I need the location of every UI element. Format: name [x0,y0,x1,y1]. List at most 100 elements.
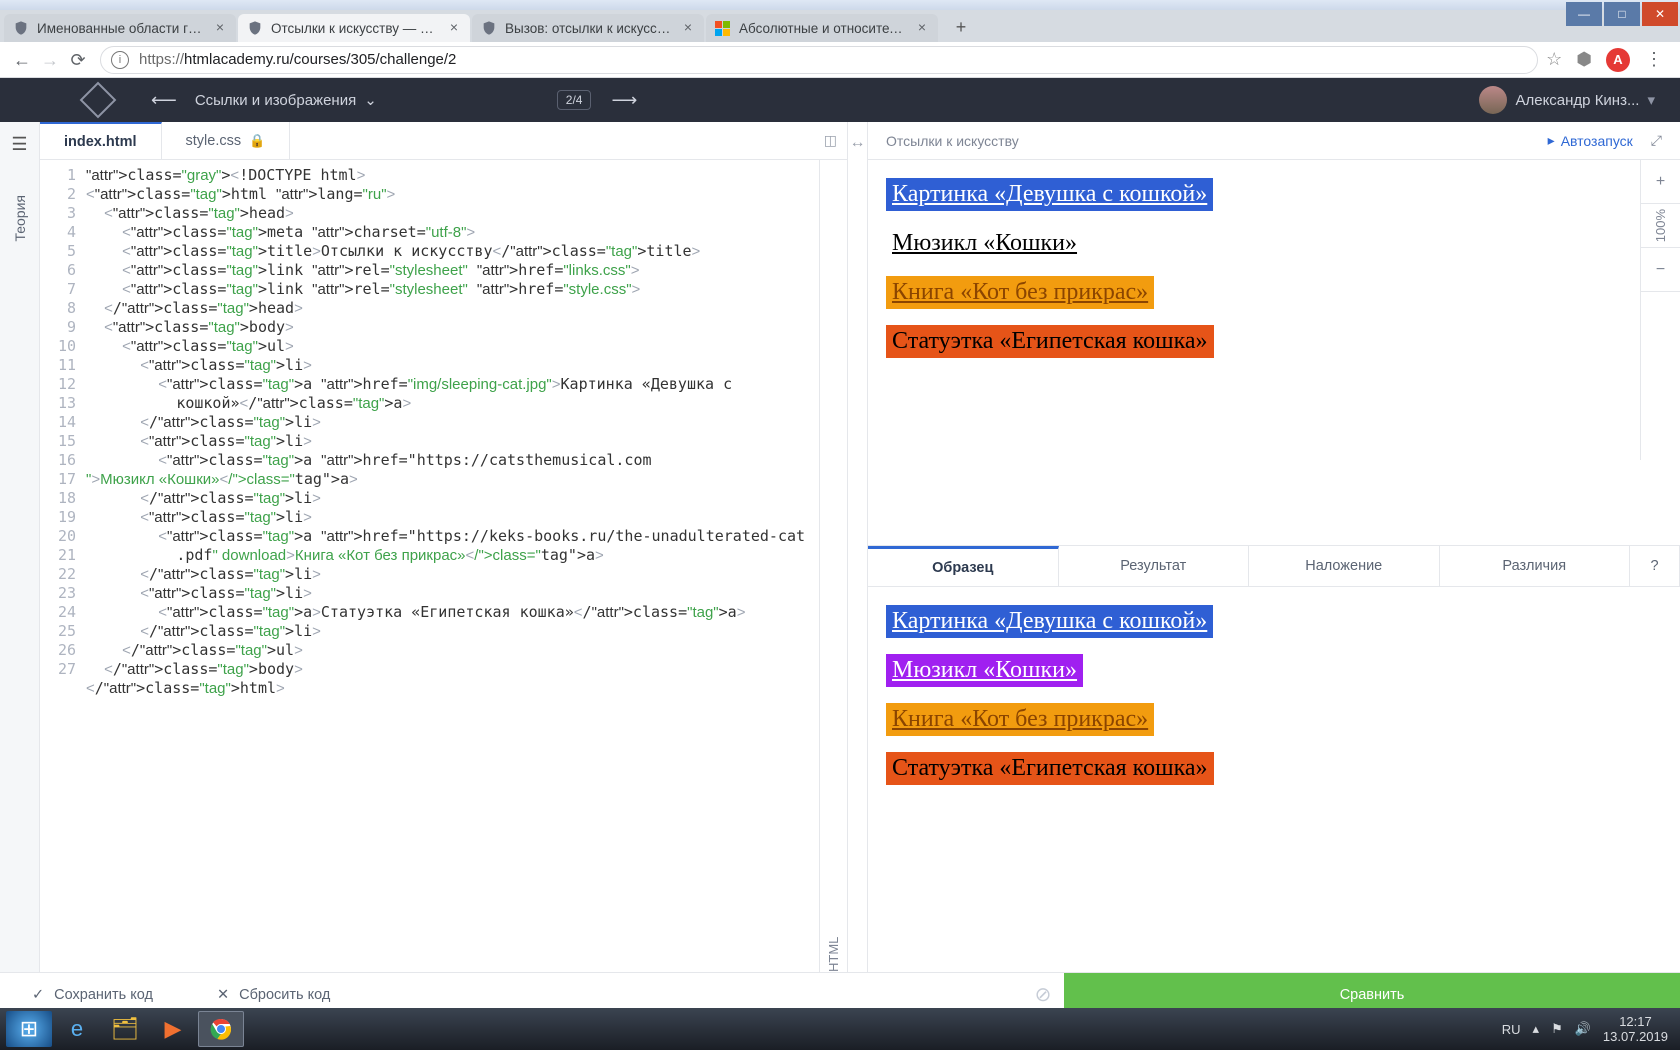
split-icon[interactable]: ◫ [824,132,837,149]
tab-result[interactable]: Результат [1059,546,1250,586]
pane-resize-handle[interactable]: ↔ [848,122,868,972]
lock-icon: 🔒 [249,133,265,149]
preview-link[interactable]: Мюзикл «Кошки» [886,654,1083,687]
profile-avatar[interactable]: А [1606,48,1630,72]
next-arrow-icon[interactable]: ⟶ [611,90,635,111]
check-icon: ✓ [32,987,44,1003]
shield-icon [480,20,497,37]
tray-sound-icon[interactable]: 🔊 [1575,1021,1591,1037]
preview-pane: Отсылки к искусству ▸Автозапуск ⤢ Картин… [868,122,1680,972]
url-path: htmlacademy.ru/courses/305/challenge/2 [184,51,456,68]
html-rail: HTML [819,160,847,972]
zoom-out[interactable]: − [1641,248,1680,292]
tab-diff[interactable]: Различия [1440,546,1631,586]
task-chrome[interactable] [198,1011,244,1047]
preview-tabs: Образец Результат Наложение Различия ? [868,545,1680,587]
close-icon[interactable]: × [680,20,696,36]
zoom-rail: + 100% − [1640,160,1680,460]
course-title[interactable]: Ссылки и изображения ⌄ [195,91,377,109]
reset-button[interactable]: ✕Сбросить код [185,987,362,1003]
tray-up-icon[interactable]: ▴ [1533,1021,1540,1037]
zoom-100[interactable]: 100% [1641,204,1680,248]
tray-lang[interactable]: RU [1502,1022,1521,1037]
menu-icon[interactable]: ⋮ [1644,50,1664,70]
task-media[interactable]: ▶ [150,1011,196,1047]
logo-icon[interactable] [80,82,117,119]
file-tab-index[interactable]: index.html [40,122,162,159]
preview-link[interactable]: Книга «Кот без прикрас» [886,276,1154,309]
chevron-down-icon: ▾ [1647,91,1655,109]
window-close[interactable]: ✕ [1642,2,1678,26]
preview-link[interactable]: Статуэтка «Египетская кошка» [886,752,1214,785]
browser-tab-2[interactable]: Вызов: отсылки к искусству - Ку × [472,14,704,42]
tab-title: Вызов: отсылки к искусству - Ку [505,21,676,36]
close-icon[interactable]: × [446,20,462,36]
theory-rail: ☰ Теория [0,122,40,972]
shield-icon [246,20,263,37]
window-minimize[interactable]: — [1566,2,1602,26]
shield-icon [12,20,29,37]
close-icon[interactable]: × [914,20,930,36]
tab-title: Абсолютные и относительные [739,21,910,36]
new-tab-button[interactable]: + [946,12,976,42]
start-button[interactable]: ⊞ [6,1011,52,1047]
line-gutter: 1 2 3 4 5 6 7 8 9 10 11 12 13 14 15 16 1… [40,160,84,972]
tray-flag-icon[interactable]: ⚑ [1551,1021,1563,1037]
preview-header: Отсылки к искусству ▸Автозапуск ⤢ [868,122,1680,160]
warning-icon[interactable]: ⊘ [1022,982,1064,1007]
close-icon[interactable]: × [212,20,228,36]
autorun-toggle[interactable]: ▸Автозапуск [1548,132,1633,149]
forward-button[interactable]: → [36,46,64,74]
info-icon: i [111,51,129,69]
system-tray: RU ▴ ⚑ 🔊 12:1713.07.2019 [1502,1014,1674,1044]
file-tab-style[interactable]: style.css🔒 [162,122,291,159]
bookmark-icon[interactable]: ☆ [1546,49,1562,70]
browser-tab-3[interactable]: Абсолютные и относительные × [706,14,938,42]
preview-title: Отсылки к искусству [886,133,1019,149]
preview-result: Картинка «Девушка с кошкой» Мюзикл «Кошки… [868,160,1680,545]
task-explorer[interactable]: 🗂 [102,1011,148,1047]
browser-toolbar: ← → ⟳ i https://htmlacademy.ru/courses/3… [0,42,1680,78]
main-area: ☰ Теория index.html style.css🔒 ◫ 1 2 3 4… [0,122,1680,972]
browser-tabstrip: Именованные области грида: с × Отсылки к… [0,10,1680,42]
window-maximize[interactable]: □ [1604,2,1640,26]
windows-taskbar: ⊞ e 🗂 ▶ RU ▴ ⚑ 🔊 12:1713.07.2019 [0,1008,1680,1050]
url-scheme: https:// [139,51,184,68]
html-rail-label[interactable]: HTML [826,178,841,972]
close-icon: ✕ [217,987,229,1003]
reload-button[interactable]: ⟳ [64,46,92,74]
preview-reference: Картинка «Девушка с кошкой» Мюзикл «Кошки… [868,587,1680,972]
theory-label[interactable]: Теория [12,195,28,242]
hamburger-icon[interactable]: ☰ [11,134,27,155]
prev-arrow-icon[interactable]: ⟵ [151,90,175,111]
extension-icon[interactable]: ⬢ [1576,49,1592,70]
preview-link[interactable]: Картинка «Девушка с кошкой» [886,605,1213,638]
window-titlebar: — □ ✕ [0,0,1680,10]
tab-title: Именованные области грида: с [37,21,208,36]
user-menu[interactable]: Александр Кинз... ▾ [1479,86,1655,114]
avatar [1479,86,1507,114]
preview-link[interactable]: Статуэтка «Египетская кошка» [886,325,1214,358]
browser-tab-1[interactable]: Отсылки к искусству — Ссылки × [238,14,470,42]
preview-link[interactable]: Книга «Кот без прикрас» [886,703,1154,736]
preview-link[interactable]: Картинка «Девушка с кошкой» [886,178,1213,211]
code-editor[interactable]: "attr">class="gray"><!DOCTYPE html> <"at… [84,160,819,972]
tab-sample[interactable]: Образец [868,546,1059,586]
task-ie[interactable]: e [54,1011,100,1047]
expand-icon[interactable]: ⤢ [1651,132,1662,149]
tab-help[interactable]: ? [1630,546,1680,586]
save-button[interactable]: ✓Сохранить код [0,987,185,1003]
editor-pane: index.html style.css🔒 ◫ 1 2 3 4 5 6 7 8 … [40,122,848,972]
tray-clock[interactable]: 12:1713.07.2019 [1603,1014,1668,1044]
play-icon: ▸ [1548,132,1555,149]
address-bar[interactable]: i https://htmlacademy.ru/courses/305/cha… [100,46,1538,74]
tab-overlay[interactable]: Наложение [1249,546,1440,586]
file-tabs: index.html style.css🔒 ◫ [40,122,847,160]
step-counter: 2/4 [557,90,592,110]
zoom-in[interactable]: + [1641,160,1680,204]
preview-link[interactable]: Мюзикл «Кошки» [886,227,1083,260]
tab-title: Отсылки к искусству — Ссылки [271,21,442,36]
chevron-down-icon: ⌄ [364,91,377,109]
browser-tab-0[interactable]: Именованные области грида: с × [4,14,236,42]
back-button[interactable]: ← [8,46,36,74]
